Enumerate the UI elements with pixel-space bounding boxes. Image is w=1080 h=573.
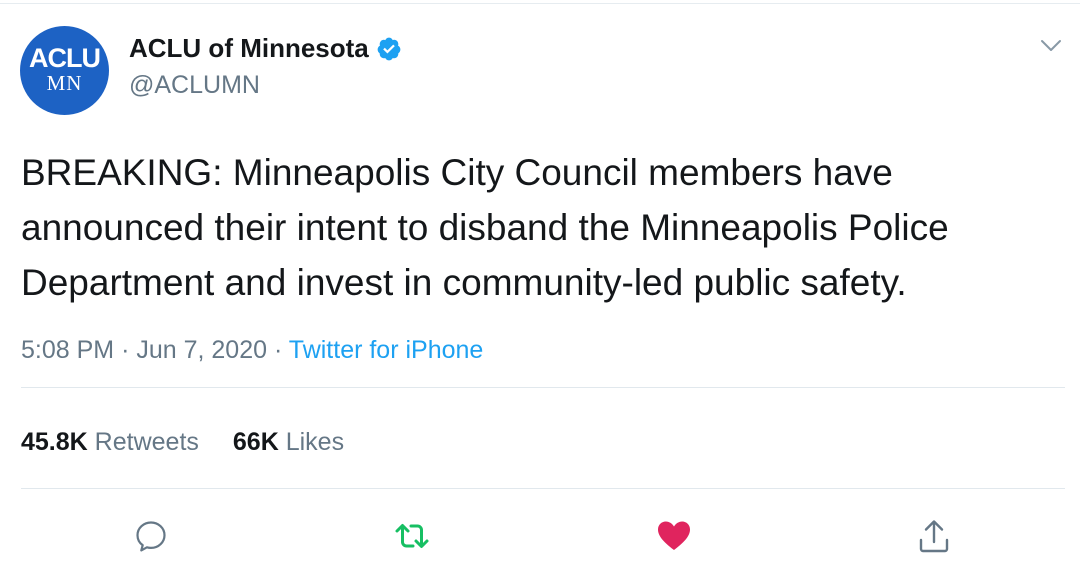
share-button[interactable] — [914, 516, 954, 556]
tweet-text: BREAKING: Minneapolis City Council membe… — [21, 152, 949, 303]
like-button[interactable] — [654, 516, 694, 556]
likes-label: Likes — [285, 428, 345, 456]
verified-badge-icon — [377, 37, 401, 60]
chevron-down-icon[interactable] — [1040, 38, 1062, 54]
divider — [21, 488, 1065, 489]
retweets-count: 45.8K — [21, 428, 88, 456]
avatar-logo-subtext: MN — [46, 71, 83, 95]
display-name[interactable]: ACLU of Minnesota — [129, 33, 369, 64]
tweet-stats: 45.8K Retweets 66K Likes — [21, 428, 344, 457]
tweet-time[interactable]: 5:08 PM — [21, 336, 114, 364]
heart-icon — [658, 521, 690, 550]
likes-stat[interactable]: 66K Likes — [233, 428, 344, 456]
avatar[interactable]: ACLU MN — [20, 26, 109, 115]
account-handle[interactable]: @ACLUMN — [129, 71, 260, 100]
tweet-meta: 5:08 PM · Jun 7, 2020 · Twitter for iPho… — [21, 336, 483, 365]
meta-separator: · — [273, 336, 283, 364]
meta-separator: · — [121, 336, 130, 364]
retweets-label: Retweets — [94, 428, 199, 456]
tweet-source-link[interactable]: Twitter for iPhone — [289, 336, 484, 364]
name-row: ACLU of Minnesota — [129, 33, 402, 64]
avatar-logo-text: ACLU — [29, 43, 101, 73]
retweets-stat[interactable]: 45.8K Retweets — [21, 428, 199, 456]
likes-count: 66K — [232, 428, 279, 456]
retweet-button[interactable] — [392, 516, 432, 556]
reply-button[interactable] — [131, 516, 171, 556]
retweet-icon — [395, 524, 429, 548]
top-divider — [0, 3, 1080, 4]
share-icon — [919, 520, 949, 553]
divider — [21, 387, 1065, 388]
tweet-date[interactable]: Jun 7, 2020 — [136, 336, 267, 364]
reply-icon — [136, 521, 166, 552]
